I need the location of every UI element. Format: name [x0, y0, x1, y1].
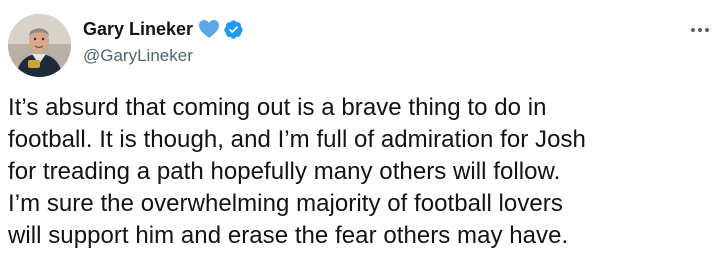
tweet-text-line: football. It is though, and I’m full of …	[8, 126, 586, 153]
author-handle[interactable]: @GaryLineker	[83, 44, 244, 68]
tweet-text: It’s absurd that coming out is a brave t…	[8, 92, 716, 252]
tweet-header: Gary Lineker @GaryLineker	[8, 14, 720, 78]
tweet-text-line: for treading a path hopefully many other…	[8, 158, 561, 185]
tweet-text-line: will support him and erase the fear othe…	[8, 222, 569, 249]
tweet-card: Gary Lineker @GaryLineker It’s absurd th…	[0, 0, 720, 270]
author-display-name: Gary Lineker	[83, 19, 194, 39]
verified-badge-icon	[223, 19, 244, 40]
blue-heart-icon	[198, 19, 220, 39]
more-options-icon	[691, 28, 709, 32]
avatar[interactable]	[8, 14, 71, 77]
tweet-text-line: It’s absurd that coming out is a brave t…	[8, 94, 547, 121]
more-options-button[interactable]	[686, 20, 714, 40]
author-block: Gary Lineker @GaryLineker	[83, 16, 244, 68]
tweet-text-line: I’m sure the overwhelming majority of fo…	[8, 190, 563, 217]
author-name-row[interactable]: Gary Lineker	[83, 16, 244, 42]
avatar-image	[8, 14, 71, 77]
